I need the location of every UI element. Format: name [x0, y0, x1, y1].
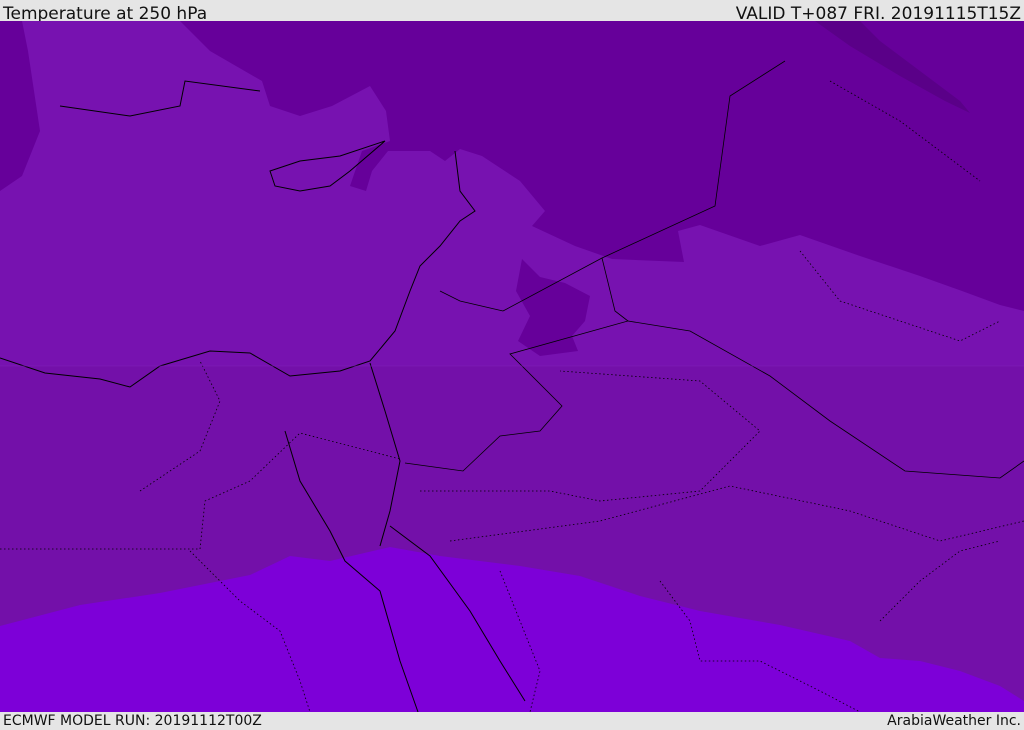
model-run: ECMWF MODEL RUN: 20191112T00Z — [3, 713, 262, 729]
credit: ArabiaWeather Inc. — [887, 713, 1021, 729]
temperature-map — [0, 21, 1024, 712]
header-bar: Temperature at 250 hPa VALID T+087 FRI. … — [0, 0, 1024, 24]
footer-bar: ECMWF MODEL RUN: 20191112T00Z ArabiaWeat… — [0, 712, 1024, 729]
